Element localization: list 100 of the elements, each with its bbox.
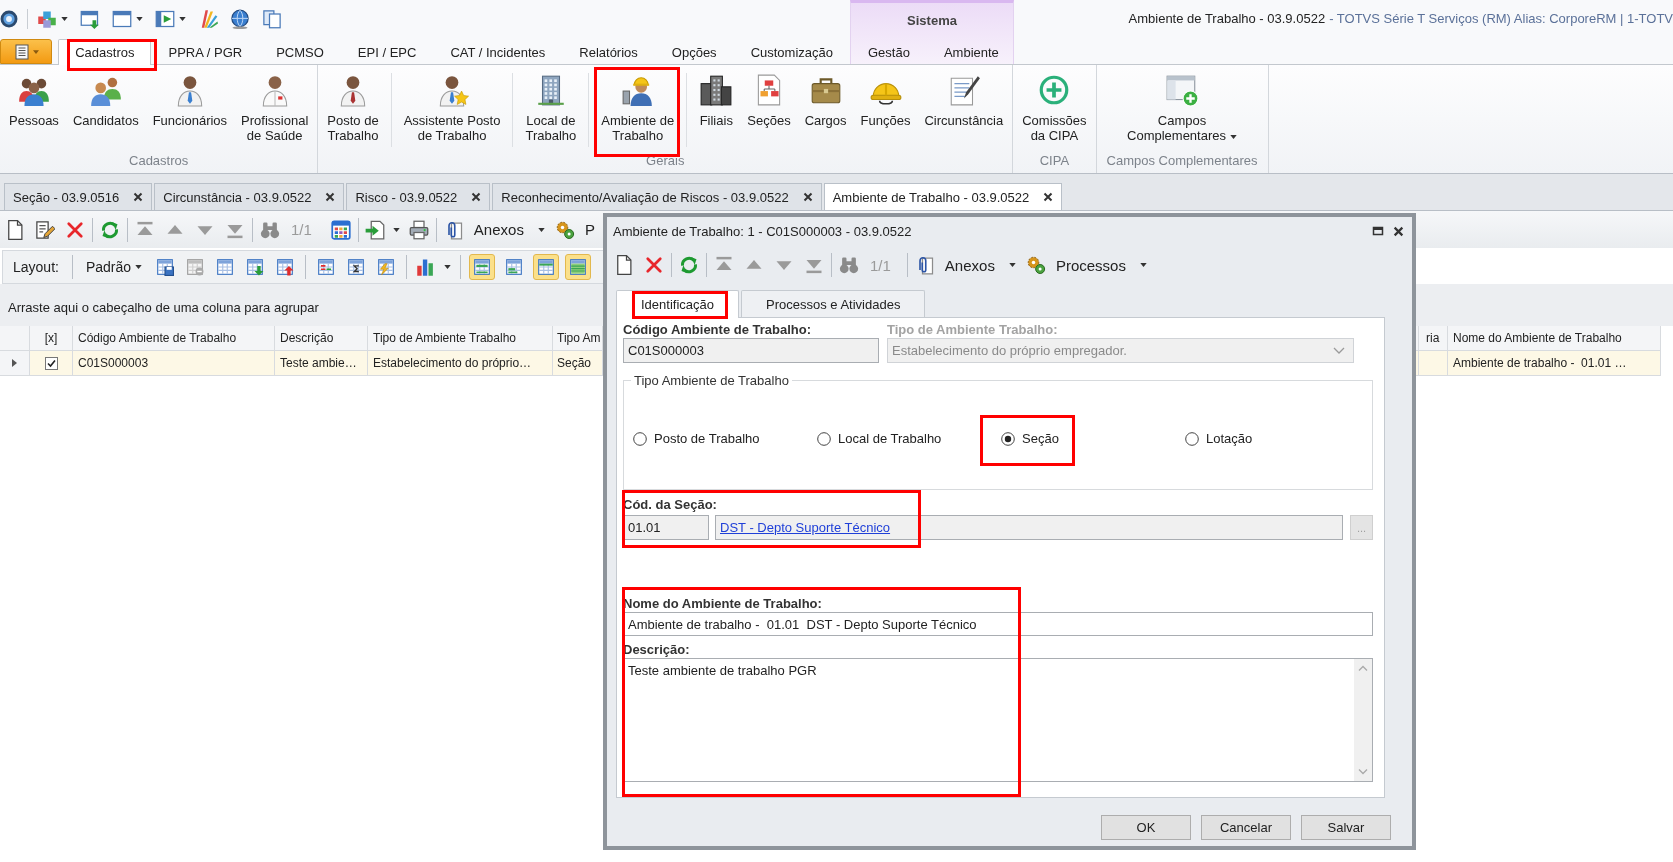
- column-header[interactable]: Tipo de Ambiente Trabalho: [368, 326, 553, 351]
- document-tab[interactable]: Ambiente de Trabalho - 03.9.0522: [823, 183, 1063, 210]
- group-box-title: Tipo Ambiente de Trabalho: [631, 373, 792, 388]
- printer-icon[interactable]: [408, 219, 429, 240]
- ribbon-button[interactable]: Seções: [740, 71, 798, 130]
- section-code-field[interactable]: 01.01: [623, 515, 709, 540]
- color-grid-icon[interactable]: [330, 219, 351, 240]
- table-cell: Seção: [553, 351, 603, 376]
- refresh-icon[interactable]: [679, 255, 699, 275]
- window-subtitle: - TOTVS Série T Serviços (RM) Alias: CorporeRM | 1-TOTV: [1329, 11, 1673, 28]
- new-document-icon[interactable]: [614, 255, 634, 275]
- ribbon-button[interactable]: Funcionários: [145, 71, 235, 130]
- close-icon[interactable]: [1043, 192, 1054, 202]
- document-tab[interactable]: Circunstância - 03.9.0522: [154, 183, 345, 210]
- delete-icon[interactable]: [65, 219, 85, 240]
- record-counter: 1/1: [290, 221, 313, 238]
- close-icon[interactable]: [471, 192, 482, 202]
- ribbon-button[interactable]: Local de Trabalho: [518, 71, 584, 145]
- radio-option[interactable]: Lotação: [1185, 431, 1253, 446]
- attachments-button[interactable]: Anexos: [909, 255, 1021, 275]
- save-layout-icon[interactable]: [156, 258, 175, 276]
- ribbon-button[interactable]: Assistente Posto de Trabalho: [396, 71, 508, 145]
- column-header[interactable]: Código Ambiente de Trabalho: [73, 326, 275, 351]
- close-icon[interactable]: [1393, 225, 1404, 237]
- caret-icon: [1008, 263, 1016, 267]
- document-tab[interactable]: Risco - 03.9.0522: [346, 183, 491, 210]
- ribbon-tab[interactable]: EPI / EPC: [340, 39, 434, 64]
- form-tab[interactable]: Processos e Atividades: [741, 290, 926, 317]
- pages-icon[interactable]: [262, 8, 282, 29]
- ribbon-button[interactable]: Filiais: [692, 71, 741, 130]
- cancel-button[interactable]: Cancelar: [1201, 815, 1291, 840]
- delete-icon[interactable]: [644, 255, 664, 275]
- column-header[interactable]: Nome do Ambiente de Trabalho: [1448, 326, 1661, 351]
- binoculars-icon[interactable]: [839, 255, 859, 275]
- ribbon-tab[interactable]: Gestão: [851, 39, 927, 64]
- caret-icon[interactable]: [61, 16, 68, 21]
- document-tab[interactable]: Reconhecimento/Avaliação de Riscos - 03.9.0522: [492, 183, 822, 210]
- column-header[interactable]: Descrição: [275, 326, 368, 351]
- app-menu-button[interactable]: [0, 39, 53, 64]
- ribbon-button[interactable]: Ambiente de Trabalho: [594, 71, 682, 145]
- caret-icon[interactable]: [136, 16, 143, 21]
- radio-option[interactable]: Seção: [980, 415, 1075, 466]
- radio-option[interactable]: Posto de Trabalho: [633, 431, 760, 446]
- column-header[interactable]: ria: [1419, 326, 1448, 351]
- ribbon-tab[interactable]: PCMSO: [259, 39, 341, 64]
- code-field[interactable]: C01S000003: [623, 338, 879, 363]
- save-button[interactable]: Salvar: [1301, 815, 1391, 840]
- caret-icon[interactable]: [179, 16, 186, 21]
- table-cell: Ambiente de trabalho - 01.01 …: [1448, 351, 1661, 376]
- processes-button[interactable]: Processos: [1020, 255, 1152, 275]
- ribbon-button[interactable]: Circunstância: [917, 71, 1011, 130]
- window-icon[interactable]: [112, 8, 132, 29]
- table-minus-icon[interactable]: [186, 258, 205, 276]
- refresh-icon[interactable]: [100, 219, 120, 240]
- window-plus-icon: [1165, 73, 1199, 107]
- close-icon[interactable]: [133, 192, 144, 202]
- ribbon-button[interactable]: Candidatos: [65, 71, 146, 130]
- ribbon-button[interactable]: Comissões da CIPA: [1015, 71, 1094, 145]
- ribbon-button[interactable]: Pessoas: [2, 71, 66, 130]
- close-icon[interactable]: [325, 192, 336, 202]
- column-header[interactable]: Tipo Am: [553, 326, 603, 351]
- ribbon-button[interactable]: Campos Complementares: [1120, 71, 1244, 145]
- edit-document-icon[interactable]: [35, 219, 55, 240]
- table-bolt-icon[interactable]: [377, 258, 396, 276]
- ribbon-tab[interactable]: Opções: [654, 39, 734, 64]
- globe-icon[interactable]: [230, 8, 250, 29]
- processes-button[interactable]: P: [549, 219, 600, 240]
- ribbon-tab[interactable]: PPRA / PGR: [151, 39, 260, 64]
- ribbon-tab[interactable]: Ambiente: [926, 39, 1016, 64]
- checkbox[interactable]: [44, 356, 58, 370]
- table-sum-icon[interactable]: [347, 258, 366, 276]
- layout-preset-button[interactable]: Padrão: [77, 259, 151, 275]
- ribbon-tab[interactable]: CAT / Incidentes: [433, 39, 563, 64]
- ribbon-button[interactable]: Profissional de Saúde: [234, 71, 316, 145]
- ribbon-button[interactable]: Funções: [853, 71, 918, 130]
- attachments-button[interactable]: Anexos: [438, 219, 550, 240]
- new-document-icon[interactable]: [5, 219, 25, 240]
- ribbon-button[interactable]: Cargos: [797, 71, 854, 130]
- orb-icon[interactable]: [0, 9, 18, 28]
- table-cell: Estabelecimento do próprio…: [368, 351, 553, 376]
- ribbon-button[interactable]: Posto de Trabalho: [320, 71, 386, 145]
- section-link[interactable]: DST - Depto Suporte Técnico: [720, 520, 891, 535]
- ribbon-tab[interactable]: Customização: [733, 39, 850, 64]
- radio-option[interactable]: Local de Trabalho: [817, 431, 942, 446]
- close-icon[interactable]: [802, 192, 813, 202]
- table-icon[interactable]: [216, 258, 235, 276]
- ok-button[interactable]: OK: [1101, 815, 1191, 840]
- view-toggle-button[interactable]: [469, 254, 496, 280]
- dialog-title: Ambiente de Trabalho: 1 - C01S000003 - 03.9.0522: [613, 223, 912, 239]
- view-toggle-button[interactable]: [565, 254, 592, 280]
- window-play-icon[interactable]: [155, 8, 175, 29]
- record-counter: 1/1: [869, 256, 892, 274]
- table-lines-icon[interactable]: [317, 258, 336, 276]
- group-panel-hint: Arraste aqui o cabeçalho de uma coluna para agrupar: [8, 299, 319, 315]
- ribbon-tab[interactable]: Relatórios: [562, 39, 655, 64]
- restore-icon[interactable]: [1372, 225, 1384, 237]
- document-tab[interactable]: Seção - 03.9.0516: [4, 183, 153, 210]
- row-selector[interactable]: [0, 351, 30, 376]
- view-toggle-button[interactable]: [533, 254, 560, 280]
- column-header[interactable]: [x]: [30, 326, 73, 351]
